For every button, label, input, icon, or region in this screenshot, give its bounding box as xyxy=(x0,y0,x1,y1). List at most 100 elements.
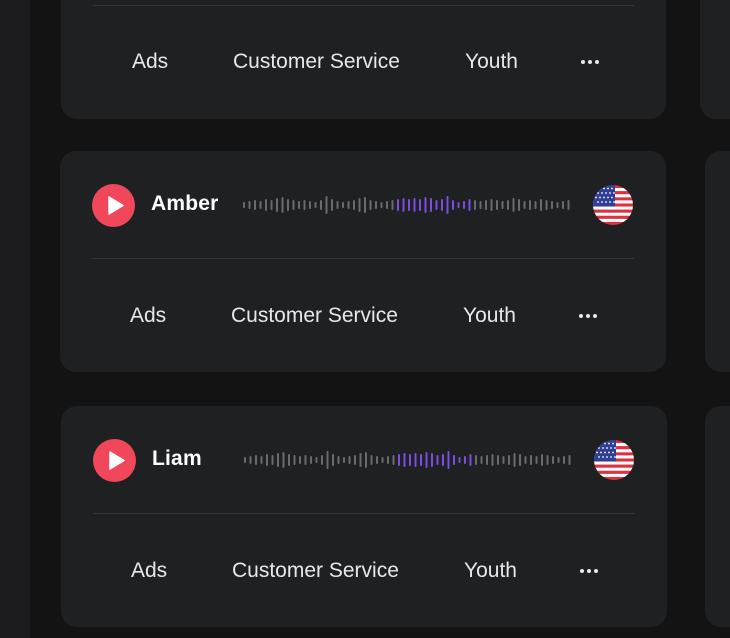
waveform-bar xyxy=(442,454,444,466)
waveform-bar xyxy=(519,454,521,466)
voice-library-view: Ads Customer Service Youth Amber Ads Cus… xyxy=(0,0,730,638)
play-button[interactable] xyxy=(92,184,135,227)
waveform-bar xyxy=(486,455,488,465)
card-divider xyxy=(92,258,634,259)
waveform-bar xyxy=(347,201,350,209)
waveform-bar xyxy=(452,200,454,210)
waveform-bar xyxy=(567,200,570,210)
tag-customer-service[interactable]: Customer Service xyxy=(231,301,398,331)
waveform-bar xyxy=(469,454,472,466)
waveform-bar xyxy=(298,201,300,209)
waveform-bar xyxy=(425,452,428,468)
waveform-bar xyxy=(249,456,252,464)
waveform-bar xyxy=(325,196,328,214)
waveform-bar xyxy=(343,457,345,463)
more-horizontal-icon[interactable] xyxy=(578,556,604,586)
waveform-bar xyxy=(387,456,389,464)
partial-card-right xyxy=(705,406,730,627)
waveform-bar xyxy=(419,199,421,211)
voice-card[interactable]: Liam Ads Customer Service Youth xyxy=(61,406,667,627)
waveform-bar xyxy=(337,456,340,464)
play-icon xyxy=(109,451,125,470)
waveform-bar xyxy=(414,453,417,467)
waveform-bar xyxy=(309,201,311,209)
waveform-bar xyxy=(376,456,378,464)
waveform-bar xyxy=(557,457,560,463)
waveform-bar xyxy=(364,197,366,213)
waveform-bar xyxy=(534,201,537,209)
waveform-bar xyxy=(326,451,329,469)
waveform[interactable] xyxy=(242,193,572,217)
tag-ads[interactable]: Ads xyxy=(130,301,166,331)
voice-card[interactable]: Ads Customer Service Youth xyxy=(61,0,666,119)
waveform-bar xyxy=(485,200,487,210)
waveform-bar xyxy=(380,202,383,208)
waveform-bar xyxy=(270,200,273,210)
waveform-bar xyxy=(530,455,532,465)
voice-name: Liam xyxy=(152,447,202,470)
tag-youth[interactable]: Youth xyxy=(465,47,518,77)
waveform-bar xyxy=(430,198,432,212)
tag-customer-service[interactable]: Customer Service xyxy=(233,47,400,77)
waveform-bar xyxy=(490,199,493,211)
tag-ads[interactable]: Ads xyxy=(131,556,167,586)
voice-card[interactable]: Amber Ads Customer Service Youth xyxy=(60,151,666,372)
waveform-bar xyxy=(336,201,339,209)
waveform-bar xyxy=(353,200,355,210)
waveform-bar xyxy=(266,454,268,466)
waveform-bar xyxy=(381,457,384,463)
waveform-bar xyxy=(342,202,344,208)
tag-youth[interactable]: Youth xyxy=(463,301,516,331)
more-horizontal-icon[interactable] xyxy=(579,47,605,77)
waveform-bar xyxy=(365,452,367,468)
tag-customer-service[interactable]: Customer Service xyxy=(232,556,399,586)
waveform-bar xyxy=(436,455,439,465)
waveform-bar xyxy=(540,199,542,211)
waveform-bar xyxy=(551,201,553,209)
voice-name: Amber xyxy=(151,192,219,215)
waveform-bar xyxy=(508,455,510,465)
waveform-bar xyxy=(354,455,356,465)
waveform-bar xyxy=(409,454,411,466)
waveform-bar xyxy=(523,201,526,209)
waveform-bar xyxy=(303,200,306,210)
waveform-bar xyxy=(299,456,301,464)
tag-youth[interactable]: Youth xyxy=(464,556,517,586)
waveform-bar xyxy=(552,456,554,464)
waveform-bar xyxy=(518,199,520,211)
waveform-bar xyxy=(507,200,509,210)
tag-row: Ads Customer Service Youth xyxy=(61,556,667,586)
tag-ads[interactable]: Ads xyxy=(132,47,168,77)
waveform-bar xyxy=(276,198,278,212)
waveform-bar xyxy=(535,456,538,464)
waveform-bar xyxy=(398,454,400,466)
waveform[interactable] xyxy=(243,448,573,472)
waveform-bar xyxy=(474,200,476,210)
waveform-bar xyxy=(453,455,455,465)
card-divider xyxy=(93,5,634,6)
waveform-bar xyxy=(332,454,334,466)
waveform-bar xyxy=(375,201,377,209)
waveform-bar xyxy=(408,199,410,211)
waveform-bar xyxy=(392,455,395,465)
waveform-bar xyxy=(479,201,482,209)
waveform-bar xyxy=(358,198,361,212)
play-button[interactable] xyxy=(93,439,136,482)
waveform-bar xyxy=(463,201,465,209)
waveform-bar xyxy=(496,200,498,210)
waveform-bar xyxy=(563,456,565,464)
waveform-bar xyxy=(292,200,295,210)
waveform-bar xyxy=(359,453,362,467)
waveform-bar xyxy=(321,455,323,465)
waveform-bar xyxy=(315,457,318,463)
waveform-bar xyxy=(282,452,285,468)
waveform-bar xyxy=(402,198,405,212)
waveform-bar xyxy=(391,200,394,210)
voice-card-header: Amber xyxy=(60,151,666,257)
us-flag-icon xyxy=(593,185,633,225)
waveform-bar xyxy=(281,197,284,213)
waveform-bar xyxy=(244,457,246,463)
waveform-bar xyxy=(556,202,559,208)
waveform-bar xyxy=(288,454,290,466)
more-horizontal-icon[interactable] xyxy=(577,301,603,331)
